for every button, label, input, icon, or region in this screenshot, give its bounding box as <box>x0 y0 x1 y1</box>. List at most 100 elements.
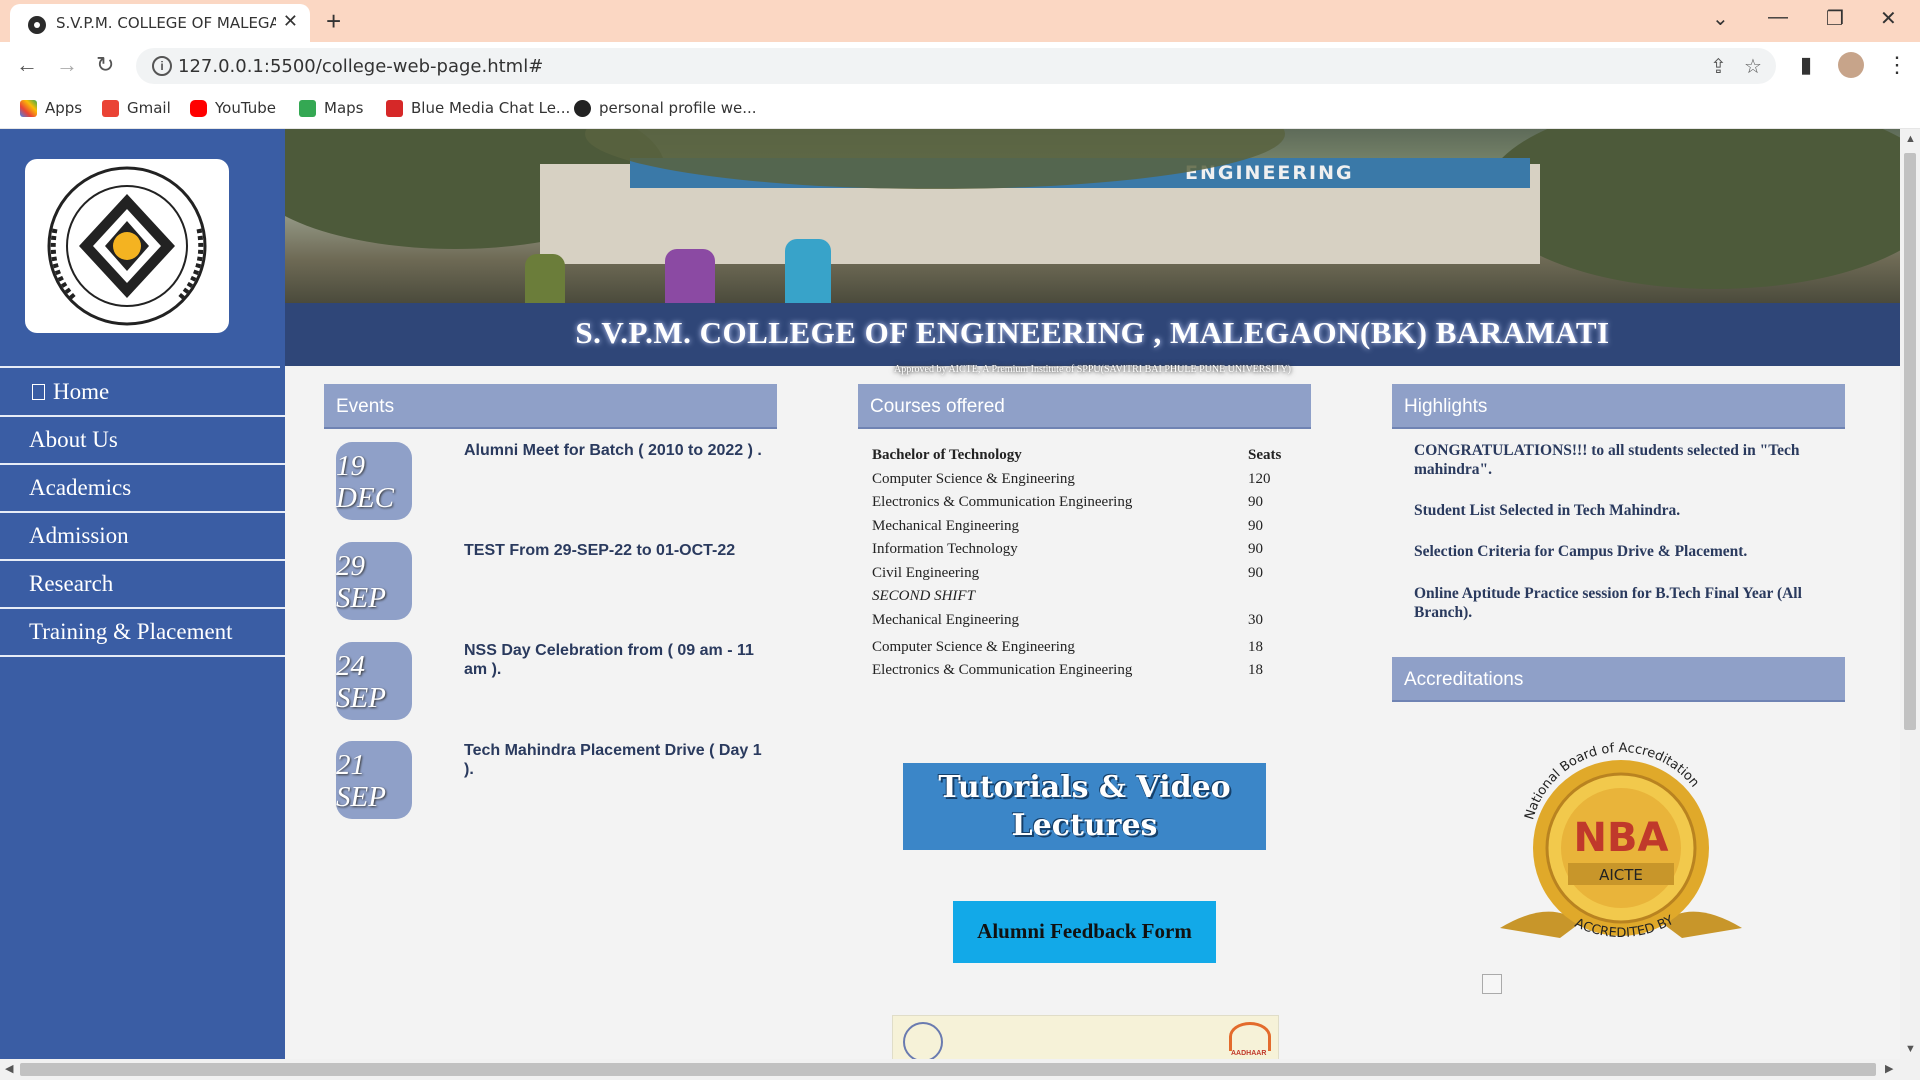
sidebar-item-label: Home <box>53 379 110 404</box>
college-subtitle: Approved by AICTE, A Premium Institute o… <box>893 364 1292 375</box>
table-row: Mechanical Engineering 90 <box>872 518 1302 538</box>
sidebar-item-academics[interactable]: Academics <box>0 465 285 513</box>
bookmark-star-icon[interactable]: ☆ <box>1744 54 1762 79</box>
browser-tab[interactable]: S.V.P.M. COLLEGE OF MALEGAON ✕ <box>10 4 310 42</box>
browser-toolbar: ← → ↻ i 127.0.0.1:5500/college-web-page.… <box>0 42 1920 90</box>
tab-search-chevron-icon[interactable]: ⌄ <box>1712 6 1729 31</box>
highlight-item[interactable]: Selection Criteria for Campus Drive & Pl… <box>1414 542 1834 561</box>
sidebar-item-research[interactable]: Research <box>0 561 285 609</box>
bookmark-label: Apps <box>45 99 83 117</box>
highlight-item[interactable]: Student List Selected in Tech Mahindra. <box>1414 501 1834 520</box>
back-arrow-icon[interactable]: ← <box>16 52 38 78</box>
highlight-item[interactable]: CONGRATULATIONS!!! to all students selec… <box>1414 441 1834 479</box>
bookmark-youtube[interactable]: YouTube <box>190 99 276 117</box>
tab-title: S.V.P.M. COLLEGE OF MALEGAON <box>56 14 276 32</box>
side-panel-icon[interactable]: ▮ <box>1800 52 1812 78</box>
student-figure <box>525 254 565 303</box>
restore-icon[interactable]: ❐ <box>1826 6 1844 31</box>
horizontal-scroll-thumb[interactable] <box>20 1063 1876 1076</box>
highlight-item[interactable]: Online Aptitude Practice session for B.T… <box>1414 584 1834 622</box>
bookmark-personal-profile[interactable]: personal profile we... <box>574 99 757 117</box>
bookmark-label: YouTube <box>215 99 276 117</box>
event-text[interactable]: Tech Mahindra Placement Drive ( Day 1 ). <box>464 741 764 779</box>
bookmark-label: Blue Media Chat Le... <box>411 99 571 117</box>
event-day: 24 <box>336 650 365 682</box>
aadhaar-logo-icon <box>1229 1022 1271 1051</box>
bookmark-gmail[interactable]: Gmail <box>102 99 171 117</box>
student-figure <box>665 249 715 303</box>
scroll-right-arrow-icon[interactable]: ▶ <box>1885 1062 1893 1075</box>
event-text[interactable]: NSS Day Celebration from ( 09 am - 11 am… <box>464 641 764 679</box>
profile-avatar[interactable] <box>1838 52 1864 78</box>
table-row: Information Technology 90 <box>872 541 1302 561</box>
aadhaar-label: AADHAAR <box>1231 1050 1267 1057</box>
course-name: Computer Science & Engineering <box>872 471 1075 487</box>
vertical-scrollbar[interactable]: ▲ ▼ <box>1900 129 1920 1059</box>
table-row: Electronics & Communication Engineering 9… <box>872 494 1302 514</box>
horizontal-scrollbar[interactable]: ◀ ▶ <box>0 1059 1920 1080</box>
bookmark-label: Maps <box>324 99 364 117</box>
sidebar-item-home[interactable]: Home <box>0 369 285 417</box>
scroll-down-arrow-icon[interactable]: ▼ <box>1905 1043 1916 1055</box>
course-seats: 90 <box>1248 494 1263 510</box>
alumni-feedback-form-button[interactable]: Alumni Feedback Form <box>953 901 1216 963</box>
vertical-scroll-thumb[interactable] <box>1904 153 1916 730</box>
event-text[interactable]: TEST From 29-SEP-22 to 01-OCT-22 <box>464 541 764 560</box>
forward-arrow-icon[interactable]: → <box>56 52 78 78</box>
course-seats: 90 <box>1248 541 1263 557</box>
sidebar-item-label: Training & Placement <box>29 619 233 644</box>
student-figure <box>785 239 831 303</box>
scroll-left-arrow-icon[interactable]: ◀ <box>5 1062 13 1075</box>
scroll-up-arrow-icon[interactable]: ▲ <box>1905 133 1916 145</box>
event-day: 21 <box>336 749 365 781</box>
bookmark-apps[interactable]: Apps <box>20 99 82 117</box>
course-name: Electronics & Communication Engineering <box>872 494 1133 510</box>
tutorials-video-lectures-button[interactable]: Tutorials & Video Lectures <box>903 763 1266 850</box>
sidebar-item-admission[interactable]: Admission <box>0 513 285 561</box>
courses-heading: Courses offered <box>858 384 1311 429</box>
nba-seal-icon: National Board of Accreditation NBA AICT… <box>1500 741 1742 941</box>
new-tab-button[interactable]: + <box>326 6 341 37</box>
event-month: SEP <box>336 582 386 614</box>
course-name: Electronics & Communication Engineering <box>872 662 1133 678</box>
sidebar-item-training-placement[interactable]: Training & Placement <box>0 609 285 657</box>
course-seats: 90 <box>1248 565 1263 581</box>
tree-canopy <box>1485 129 1900 289</box>
globe-icon <box>574 99 591 117</box>
campus-banner-image: ENGINEERING <box>285 129 1900 303</box>
apps-grid-icon <box>20 99 37 117</box>
blue-media-icon <box>386 99 403 117</box>
college-logo[interactable] <box>25 159 229 333</box>
site-info-icon[interactable]: i <box>152 56 172 76</box>
youtube-icon <box>190 99 207 117</box>
share-icon[interactable]: ⇪ <box>1710 54 1727 79</box>
sidebar-item-about-us[interactable]: About Us <box>0 417 285 465</box>
badge-main-text: NBA <box>1574 815 1669 861</box>
reload-icon[interactable]: ↻ <box>96 52 114 78</box>
course-name: Information Technology <box>872 541 1018 557</box>
event-text[interactable]: Alumni Meet for Batch ( 2010 to 2022 ) . <box>464 441 764 460</box>
event-month: DEC <box>336 482 394 514</box>
course-seats: 18 <box>1248 662 1263 678</box>
close-window-icon[interactable]: ✕ <box>1880 6 1897 31</box>
course-name: Computer Science & Engineering <box>872 639 1075 655</box>
accreditations-heading: Accreditations <box>1392 657 1845 702</box>
bookmarks-bar: Apps Gmail YouTube Maps Blue Media Chat … <box>0 90 1920 129</box>
menu-kebab-icon[interactable]: ⋮ <box>1886 52 1908 78</box>
course-name: Mechanical Engineering <box>872 612 1020 628</box>
minimize-icon[interactable]: — <box>1768 6 1788 29</box>
event-date-badge: 21 SEP <box>336 741 412 819</box>
highlights-heading: Highlights <box>1392 384 1845 429</box>
web-page: Home About Us Academics Admission Resear… <box>0 129 1900 1059</box>
url-text[interactable]: 127.0.0.1:5500/college-web-page.html# <box>178 56 543 77</box>
event-day: 29 <box>336 550 365 582</box>
maps-icon <box>299 99 316 117</box>
event-date-badge: 19 DEC <box>336 442 412 520</box>
browser-tab-strip: S.V.P.M. COLLEGE OF MALEGAON ✕ + ⌄ — ❐ ✕ <box>0 0 1920 42</box>
column-header-program: Bachelor of Technology <box>872 447 1022 463</box>
aadhaar-banner[interactable]: AADHAAR <box>892 1015 1279 1059</box>
bookmark-maps[interactable]: Maps <box>299 99 363 117</box>
bookmark-blue-media[interactable]: Blue Media Chat Le... <box>386 99 570 117</box>
close-tab-icon[interactable]: ✕ <box>283 11 298 32</box>
address-bar[interactable]: i 127.0.0.1:5500/college-web-page.html# … <box>136 48 1776 84</box>
